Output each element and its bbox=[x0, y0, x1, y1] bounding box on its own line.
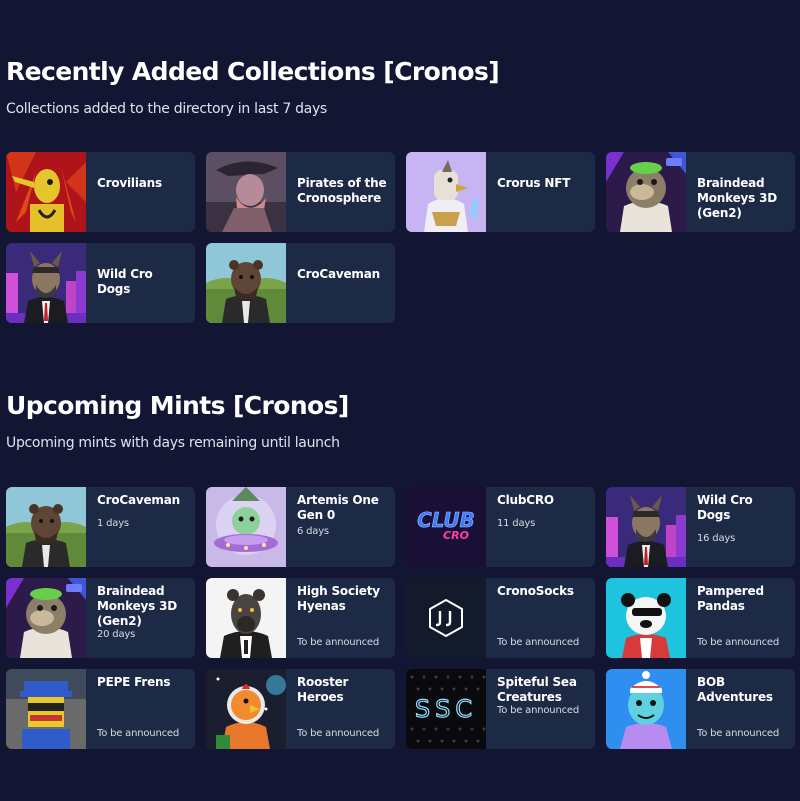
bob-adventures-thumbnail bbox=[606, 669, 686, 749]
mint-info: Spiteful Sea Creatures To be announced bbox=[486, 669, 595, 749]
collection-info: Wild Cro Dogs bbox=[86, 243, 195, 323]
mint-info: BOB Adventures To be announced bbox=[686, 669, 795, 749]
clubcro-logo: CLUB CRO bbox=[406, 487, 486, 567]
mint-card-wild-cro-dogs[interactable]: Wild Cro Dogs 16 days bbox=[606, 487, 795, 567]
collection-card-crovilians[interactable]: Crovilians bbox=[6, 152, 195, 232]
collection-info: CroCaveman bbox=[286, 243, 395, 323]
collection-name: CroCaveman bbox=[297, 267, 380, 281]
ssc-logo: SSC bbox=[406, 669, 486, 749]
mint-card-pampered-pandas[interactable]: Pampered Pandas To be announced bbox=[606, 578, 795, 658]
collection-card-pirates-of-the-cronosphere[interactable]: Pirates of the Cronosphere bbox=[206, 152, 395, 232]
mint-days: 1 days bbox=[97, 518, 129, 529]
mint-card-clubcro[interactable]: CLUB CRO ClubCRO 11 days bbox=[406, 487, 595, 567]
mint-days: 16 days bbox=[697, 533, 736, 544]
mint-card-braindead-monkeys[interactable]: Braindead Monkeys 3D (Gen2) 20 days bbox=[6, 578, 195, 658]
crovilians-thumbnail bbox=[6, 152, 86, 232]
mint-info: Braindead Monkeys 3D (Gen2) 20 days bbox=[86, 578, 195, 658]
mint-name: Wild Cro Dogs bbox=[697, 493, 753, 522]
mint-days: 6 days bbox=[297, 526, 329, 537]
collection-info: Crovilians bbox=[86, 152, 195, 232]
rooster-heroes-thumbnail bbox=[206, 669, 286, 749]
collection-card-wild-cro-dogs[interactable]: Wild Cro Dogs bbox=[6, 243, 195, 323]
mint-days: To be announced bbox=[497, 705, 579, 716]
upcoming-title: Upcoming Mints [Cronos] bbox=[6, 391, 349, 420]
collection-info: Pirates of the Cronosphere bbox=[286, 152, 395, 232]
wild-cro-dogs-thumbnail bbox=[6, 243, 86, 323]
mint-name: CroCaveman bbox=[97, 493, 180, 507]
mint-days: To be announced bbox=[297, 728, 379, 739]
mint-name: High Society Hyenas bbox=[297, 584, 380, 613]
mint-name: Pampered Pandas bbox=[697, 584, 764, 613]
mint-days: To be announced bbox=[297, 637, 379, 648]
mint-name: BOB Adventures bbox=[697, 675, 773, 704]
collection-name: Pirates of the Cronosphere bbox=[297, 176, 387, 205]
mint-name: ClubCRO bbox=[497, 493, 554, 507]
mint-days: To be announced bbox=[97, 728, 179, 739]
mint-info: Pampered Pandas To be announced bbox=[686, 578, 795, 658]
collection-name: Crorus NFT bbox=[497, 176, 571, 190]
pampered-pandas-thumbnail bbox=[606, 578, 686, 658]
collection-name: Braindead Monkeys 3D (Gen2) bbox=[697, 176, 777, 220]
mint-days: To be announced bbox=[697, 728, 779, 739]
crorus-thumbnail bbox=[406, 152, 486, 232]
mint-info: CroCaveman 1 days bbox=[86, 487, 195, 567]
collection-name: Wild Cro Dogs bbox=[97, 267, 153, 296]
crocaveman-thumbnail bbox=[6, 487, 86, 567]
mint-name: PEPE Frens bbox=[97, 675, 171, 689]
pirates-thumbnail bbox=[206, 152, 286, 232]
upcoming-subtitle: Upcoming mints with days remaining until… bbox=[6, 435, 340, 451]
mint-card-artemis-one-gen-0[interactable]: Artemis One Gen 0 6 days bbox=[206, 487, 395, 567]
mint-card-spiteful-sea-creatures[interactable]: SSC Spiteful Sea Creatures To be announc… bbox=[406, 669, 595, 749]
mint-card-cronosocks[interactable]: CronoSocks To be announced bbox=[406, 578, 595, 658]
mint-info: CronoSocks To be announced bbox=[486, 578, 595, 658]
braindead-monkeys-thumbnail bbox=[606, 152, 686, 232]
cronosocks-logo bbox=[406, 578, 486, 658]
artemis-thumbnail bbox=[206, 487, 286, 567]
mint-name: CronoSocks bbox=[497, 584, 574, 598]
mint-name: Rooster Heroes bbox=[297, 675, 349, 704]
collection-name: Crovilians bbox=[97, 176, 162, 190]
mint-days: 11 days bbox=[497, 518, 536, 529]
mint-info: Artemis One Gen 0 6 days bbox=[286, 487, 395, 567]
clubcro-logo-line2: CRO bbox=[443, 529, 469, 542]
collection-card-crorus-nft[interactable]: Crorus NFT bbox=[406, 152, 595, 232]
collection-info: Crorus NFT bbox=[486, 152, 595, 232]
mint-card-bob-adventures[interactable]: BOB Adventures To be announced bbox=[606, 669, 795, 749]
pepe-frens-thumbnail bbox=[6, 669, 86, 749]
braindead-monkeys-thumbnail bbox=[6, 578, 86, 658]
mint-name: Spiteful Sea Creatures bbox=[497, 675, 577, 704]
recent-grid: Crovilians Pirates of the Cronosphere Cr… bbox=[6, 152, 795, 323]
recent-title: Recently Added Collections [Cronos] bbox=[6, 57, 500, 86]
mint-info: Rooster Heroes To be announced bbox=[286, 669, 395, 749]
ssc-logo-text: SSC bbox=[415, 695, 477, 723]
mint-info: ClubCRO 11 days bbox=[486, 487, 595, 567]
mint-card-rooster-heroes[interactable]: Rooster Heroes To be announced bbox=[206, 669, 395, 749]
mint-name: Artemis One Gen 0 bbox=[297, 493, 379, 522]
mint-info: PEPE Frens To be announced bbox=[86, 669, 195, 749]
mint-days: 20 days bbox=[97, 629, 136, 640]
mint-days: To be announced bbox=[697, 637, 779, 648]
hyenas-thumbnail bbox=[206, 578, 286, 658]
mint-info: High Society Hyenas To be announced bbox=[286, 578, 395, 658]
recent-subtitle: Collections added to the directory in la… bbox=[6, 101, 327, 117]
wild-cro-dogs-thumbnail bbox=[606, 487, 686, 567]
mint-card-pepe-frens[interactable]: PEPE Frens To be announced bbox=[6, 669, 195, 749]
mint-card-high-society-hyenas[interactable]: High Society Hyenas To be announced bbox=[206, 578, 395, 658]
crocaveman-thumbnail bbox=[206, 243, 286, 323]
mint-name: Braindead Monkeys 3D (Gen2) bbox=[97, 584, 177, 628]
upcoming-grid: CroCaveman 1 days Artemis One Gen 0 6 da… bbox=[6, 487, 795, 749]
collection-card-braindead-monkeys[interactable]: Braindead Monkeys 3D (Gen2) bbox=[606, 152, 795, 232]
mint-info: Wild Cro Dogs 16 days bbox=[686, 487, 795, 567]
collection-card-crocaveman[interactable]: CroCaveman bbox=[206, 243, 395, 323]
mint-days: To be announced bbox=[497, 637, 579, 648]
mint-card-crocaveman[interactable]: CroCaveman 1 days bbox=[6, 487, 195, 567]
collection-info: Braindead Monkeys 3D (Gen2) bbox=[686, 152, 795, 232]
